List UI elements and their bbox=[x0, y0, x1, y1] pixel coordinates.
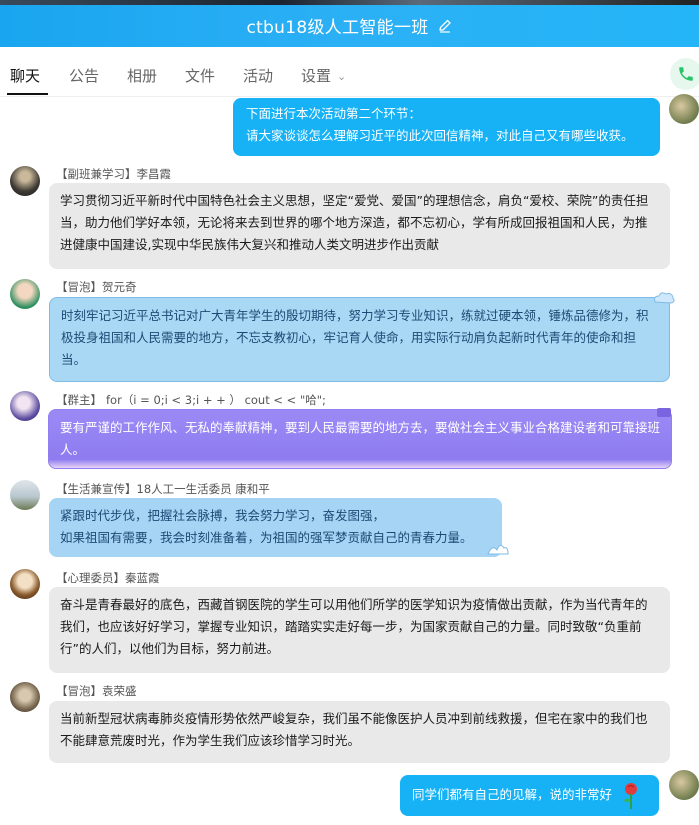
message-line: 下面进行本次活动第二个环节： bbox=[246, 106, 422, 121]
message-bubble: 紧跟时代步伐，把握社会脉搏，我会努力学习，奋发图强， 如果祖国有需要，我会时刻准… bbox=[49, 498, 502, 557]
message-bubble-self: 下面进行本次活动第二个环节： 请大家谈谈怎么理解习近平的此次回信精神，对此自己又… bbox=[233, 98, 660, 156]
tab-bar: 聊天 公告 相册 文件 活动 设置 ⌄ bbox=[0, 47, 699, 97]
rose-emoji-icon bbox=[624, 783, 637, 809]
avatar[interactable] bbox=[10, 279, 40, 309]
group-title: ctbu18级人工智能一班 bbox=[246, 18, 429, 38]
sender-nick: 秦蓝霞 bbox=[125, 571, 160, 585]
chat-header: ctbu18级人工智能一班 bbox=[0, 0, 699, 47]
phone-icon bbox=[679, 67, 693, 81]
message-bubble-self: 同学们都有自己的见解，说的非常好 bbox=[400, 775, 659, 816]
avatar[interactable] bbox=[10, 166, 40, 196]
sender-tag: 【心理委员】 bbox=[56, 571, 125, 585]
sender-tag: 【群主】 bbox=[56, 393, 102, 407]
active-tab-indicator bbox=[7, 93, 48, 95]
chevron-down-icon: ⌄ bbox=[337, 70, 347, 83]
message-bubble: 奋斗是青春最好的底色，西藏首钢医院的学生可以用他们所学的医学知识为疫情做出贡献，… bbox=[49, 587, 670, 673]
sender-name: 【副班兼学习】李昌霞 bbox=[56, 166, 171, 182]
message-line: 如果祖国有需要，我会时刻准备着，为祖国的强军梦贡献自己的青春力量。 bbox=[60, 530, 473, 545]
sender-name: 【冒泡】贺元奇 bbox=[56, 279, 137, 295]
tab-files[interactable]: 文件 bbox=[185, 65, 215, 86]
message-bubble: 时刻牢记习近平总书记对广大青年学生的殷切期待，努力学习专业知识，练就过硬本领，锤… bbox=[49, 297, 670, 382]
message-text: 同学们都有自己的见解，说的非常好 bbox=[412, 787, 613, 802]
cloud-decoration-icon bbox=[654, 292, 675, 304]
call-button[interactable] bbox=[670, 58, 699, 90]
sender-nick: for（i = 0;i < 3;i + + ） cout < < "哈"; bbox=[106, 393, 326, 407]
avatar-self[interactable] bbox=[669, 94, 699, 124]
header-stripe bbox=[0, 0, 699, 5]
sender-nick: 18人工一生活委员 康和平 bbox=[136, 482, 270, 496]
sender-nick: 袁荣盛 bbox=[102, 684, 137, 698]
sender-nick: 贺元奇 bbox=[102, 280, 137, 294]
sender-tag: 【冒泡】 bbox=[56, 280, 102, 294]
message-bubble: 要有严谨的工作作风、无私的奉献精神，要到人民最需要的地方去，要做社会主义事业合格… bbox=[48, 409, 672, 469]
avatar[interactable] bbox=[10, 569, 40, 599]
sender-name: 【生活兼宣传】18人工一生活委员 康和平 bbox=[56, 481, 270, 497]
sender-tag: 【冒泡】 bbox=[56, 684, 102, 698]
sender-tag: 【生活兼宣传】 bbox=[56, 482, 137, 496]
sender-nick: 李昌霞 bbox=[136, 167, 172, 181]
tab-settings-label: 设置 bbox=[301, 67, 332, 85]
bubble-corner-decoration bbox=[657, 408, 671, 417]
avatar[interactable] bbox=[10, 391, 40, 421]
sender-name: 【群主】 for（i = 0;i < 3;i + + ） cout < < "哈"… bbox=[56, 392, 326, 408]
tab-chat[interactable]: 聊天 bbox=[10, 65, 40, 86]
sender-name: 【冒泡】袁荣盛 bbox=[56, 683, 137, 699]
tab-settings[interactable]: 设置 ⌄ bbox=[301, 65, 346, 86]
edit-icon[interactable] bbox=[437, 18, 453, 34]
message-bubble: 当前新型冠状病毒肺炎疫情形势依然严峻复杂，我们虽不能像医护人员冲到前线救援，但宅… bbox=[49, 701, 670, 763]
wave-decoration-icon bbox=[487, 544, 509, 555]
avatar-self[interactable] bbox=[669, 770, 699, 800]
sender-name: 【心理委员】秦蓝霞 bbox=[56, 570, 160, 586]
tab-album[interactable]: 相册 bbox=[127, 65, 157, 86]
sender-tag: 【副班兼学习】 bbox=[56, 167, 137, 181]
tab-announcement[interactable]: 公告 bbox=[69, 65, 99, 86]
tab-activities[interactable]: 活动 bbox=[243, 65, 273, 86]
avatar[interactable] bbox=[10, 682, 40, 712]
message-line: 请大家谈谈怎么理解习近平的此次回信精神，对此自己又有哪些收获。 bbox=[246, 128, 634, 143]
avatar[interactable] bbox=[10, 480, 40, 510]
message-line: 紧跟时代步伐，把握社会脉搏，我会努力学习，奋发图强， bbox=[60, 508, 386, 523]
message-bubble: 学习贯彻习近平新时代中国特色社会主义思想，坚定“爱党、爱国”的理想信念，肩负“爱… bbox=[49, 183, 670, 269]
